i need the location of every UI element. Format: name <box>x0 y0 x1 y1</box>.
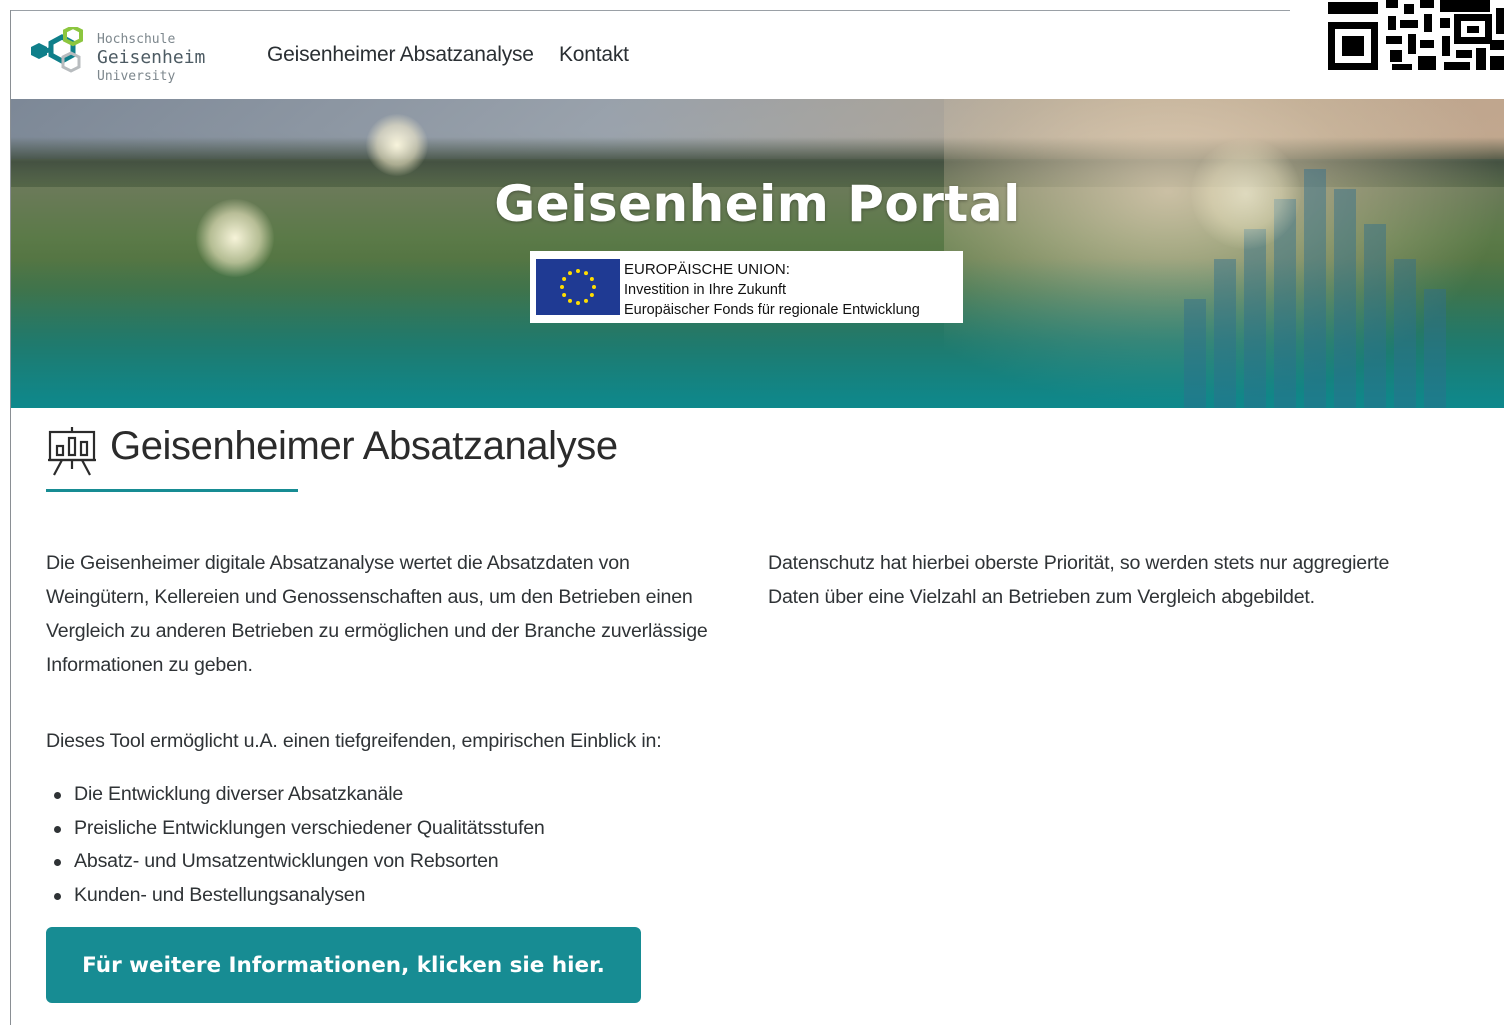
feature-list: Die Entwicklung diverser Absatzkanäle Pr… <box>46 778 545 912</box>
more-info-button[interactable]: Für weitere Informationen, klicken sie h… <box>46 927 641 1003</box>
eu-funding-badge: EUROPÄISCHE UNION: Investition in Ihre Z… <box>530 251 963 323</box>
bullet-icon <box>54 892 61 900</box>
list-item-label: Preisliche Entwicklungen verschiedener Q… <box>74 816 545 839</box>
hero-title: Geisenheim Portal <box>494 175 1021 233</box>
logo-line2: Geisenheim <box>97 47 206 68</box>
paragraph-line: Die Geisenheimer digitale Absatzanalyse … <box>46 552 630 574</box>
eu-badge-line2: Investition in Ihre Zukunft <box>624 282 786 298</box>
bullet-icon <box>54 859 61 866</box>
hero-banner: Geisenheim Portal EUROPÄISCHE UNION: Inv… <box>11 99 1504 408</box>
paragraph-line: Vergleich zu anderen Betrieben zu ermögl… <box>46 620 708 642</box>
paragraph-line: Weingütern, Kellereien und Genossenschaf… <box>46 586 693 608</box>
presentation-board-icon <box>48 427 96 476</box>
list-item: Die Entwicklung diverser Absatzkanäle <box>46 778 545 812</box>
eu-badge-line1: EUROPÄISCHE UNION: <box>624 261 790 278</box>
paragraph-line: Informationen zu geben. <box>46 654 253 676</box>
qr-code-icon <box>1326 0 1504 72</box>
nav-item-kontakt[interactable]: Kontakt <box>559 43 629 67</box>
bullet-icon <box>54 792 61 799</box>
list-item: Absatz- und Umsatzentwicklungen von Rebs… <box>46 845 545 879</box>
list-item: Preisliche Entwicklungen verschiedener Q… <box>46 812 545 846</box>
nav-link-kontakt[interactable]: Kontakt <box>559 43 629 66</box>
list-intro: Dieses Tool ermöglicht u.A. einen tiefgr… <box>46 730 662 752</box>
paragraph-line: Datenschutz hat hierbei oberste Prioritä… <box>768 552 1390 574</box>
nav-item-absatzanalyse[interactable]: Geisenheimer Absatzanalyse <box>267 43 534 67</box>
list-item-label: Kunden- und Bestellungsanalysen <box>74 883 366 906</box>
section-title: Geisenheimer Absatzanalyse <box>110 424 618 468</box>
description-right: Datenschutz hat hierbei oberste Prioritä… <box>768 546 1468 614</box>
logo-line3: University <box>97 69 176 84</box>
list-item-label: Die Entwicklung diverser Absatzkanäle <box>74 783 404 805</box>
hexagon-logo-icon <box>31 27 83 73</box>
university-logo[interactable]: Hochschule Geisenheim University <box>31 21 231 91</box>
heading-underline <box>46 489 298 492</box>
list-item: Kunden- und Bestellungsanalysen <box>46 879 545 913</box>
list-item-label: Absatz- und Umsatzentwicklungen von Rebs… <box>74 850 499 872</box>
logo-line1: Hochschule <box>97 32 176 47</box>
bullet-icon <box>54 825 61 833</box>
eu-badge-line3: Europäischer Fonds für regionale Entwick… <box>624 302 920 318</box>
nav-link-absatzanalyse[interactable]: Geisenheimer Absatzanalyse <box>267 43 534 66</box>
eu-flag-icon <box>536 259 620 315</box>
bokeh-light <box>366 114 428 176</box>
description-left: Die Geisenheimer digitale Absatzanalyse … <box>46 546 746 682</box>
site-header: Hochschule Geisenheim University Geisenh… <box>11 11 1504 99</box>
paragraph-line: Daten über eine Vielzahl an Betrieben zu… <box>768 586 1315 608</box>
